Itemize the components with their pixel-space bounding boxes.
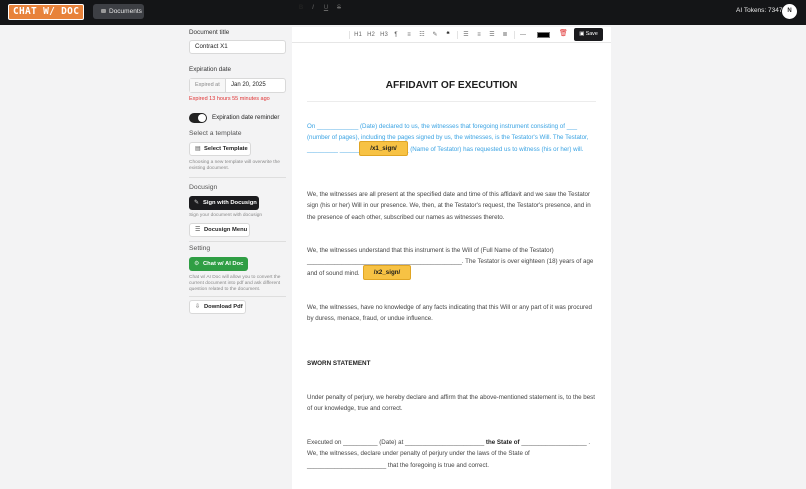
select-template-label: Select Template bbox=[204, 146, 248, 152]
doc-title-input[interactable]: Contract X1 bbox=[189, 40, 286, 54]
trash-icon[interactable]: 🗑 bbox=[559, 29, 568, 37]
download-pdf-button[interactable]: ⇩ Download Pdf bbox=[189, 300, 246, 314]
select-template-button[interactable]: ▤ Select Template bbox=[189, 142, 251, 156]
documents-label: Documents bbox=[109, 8, 142, 15]
bullet-list-icon[interactable]: ≡ bbox=[405, 29, 413, 41]
avatar[interactable]: N bbox=[782, 4, 797, 19]
expiration-date-field[interactable]: Expired at Jan 20, 2025 bbox=[189, 78, 286, 93]
template-heading: Select a template bbox=[189, 130, 242, 137]
folder-icon bbox=[101, 9, 106, 13]
docusign-menu-label: Docusign Menu bbox=[204, 227, 248, 233]
share-icon: ⚙ bbox=[194, 261, 200, 267]
reminder-label: Expiration date reminder bbox=[212, 114, 280, 121]
sidebar-divider bbox=[189, 296, 286, 297]
paragraph-1[interactable]: On ____________ (Date) declared to us, t… bbox=[307, 121, 597, 155]
top-bar: CHAT W/ DOC Documents AI Tokens: 7347 N bbox=[0, 0, 806, 25]
signature-field-2[interactable]: /x2_sign/ bbox=[363, 265, 411, 280]
download-icon: ⇩ bbox=[195, 304, 201, 310]
chat-label: Chat w/ AI Doc bbox=[203, 261, 244, 267]
reminder-toggle[interactable] bbox=[189, 113, 207, 123]
h1-button[interactable]: H1 bbox=[353, 29, 363, 41]
title-divider bbox=[307, 101, 596, 102]
ai-tokens-counter: AI Tokens: 7347 bbox=[736, 7, 783, 14]
h3-button[interactable]: H3 bbox=[379, 29, 389, 41]
signature-field-1[interactable]: /x1_sign/ bbox=[359, 141, 408, 156]
expiration-label: Expiration date bbox=[189, 66, 232, 73]
bold-button[interactable]: B bbox=[297, 2, 305, 14]
align-justify-icon[interactable]: ≣ bbox=[501, 29, 509, 41]
underline-button[interactable]: U bbox=[322, 2, 330, 14]
save-button[interactable]: ▣ Save bbox=[574, 28, 603, 41]
strike-button[interactable]: S bbox=[335, 2, 343, 14]
documents-button[interactable]: Documents bbox=[93, 4, 144, 19]
h2-button[interactable]: H2 bbox=[366, 29, 376, 41]
sidebar bbox=[0, 25, 292, 489]
paragraph-icon[interactable]: ¶ bbox=[392, 29, 400, 41]
pen-icon: ✎ bbox=[194, 200, 200, 206]
docusign-heading: Docusign bbox=[189, 184, 218, 191]
menu-icon: ☰ bbox=[195, 227, 201, 233]
align-right-icon[interactable]: ☰ bbox=[488, 29, 496, 41]
toolbar-separator bbox=[349, 31, 350, 39]
toggle-knob bbox=[198, 114, 206, 122]
sidebar-divider bbox=[189, 241, 286, 242]
app-logo[interactable]: CHAT W/ DOC bbox=[8, 4, 85, 20]
expiration-prefix: Expired at bbox=[190, 79, 226, 92]
expiration-value: Jan 20, 2025 bbox=[231, 82, 266, 88]
doc-title-label: Document title bbox=[189, 29, 230, 36]
toolbar-separator bbox=[457, 31, 458, 39]
chat-ai-doc-button[interactable]: ⚙ Chat w/ AI Doc bbox=[189, 257, 248, 271]
paragraph-2[interactable]: We, the witnesses are all present at the… bbox=[307, 189, 597, 223]
expired-message: Expired 13 hours 55 minutes ago bbox=[189, 96, 270, 102]
paragraph-6-bold: the State of bbox=[485, 439, 520, 446]
align-left-icon[interactable]: ☰ bbox=[462, 29, 470, 41]
quote-icon[interactable]: ❝ bbox=[444, 29, 452, 41]
document-title: AFFIDAVIT OF EXECUTION bbox=[385, 80, 518, 91]
setting-heading: Setting bbox=[189, 245, 211, 252]
download-label: Download Pdf bbox=[204, 304, 243, 310]
italic-button[interactable]: I bbox=[309, 2, 317, 14]
paragraph-6-start: Executed on __________ (Date) at _______… bbox=[307, 439, 486, 446]
template-note: Choosing a new template will overwrite t… bbox=[189, 160, 280, 171]
docusign-note: Sign your document with docusign bbox=[189, 213, 263, 218]
sidebar-divider bbox=[189, 177, 286, 178]
chat-note: Chat w/ AI Doc will allow you to convert… bbox=[189, 275, 281, 292]
ordered-list-icon[interactable]: ☷ bbox=[418, 29, 426, 41]
horizontal-rule-icon[interactable]: — bbox=[519, 29, 527, 41]
text-color-swatch[interactable] bbox=[537, 32, 550, 38]
sworn-statement-heading: SWORN STATEMENT bbox=[307, 360, 371, 367]
paragraph-3[interactable]: We, the witnesses understand that this i… bbox=[307, 245, 597, 279]
docusign-menu-button[interactable]: ☰ Docusign Menu bbox=[189, 223, 250, 237]
highlight-icon[interactable]: ✎ bbox=[431, 29, 439, 41]
sign-docusign-label: Sign with Docusign bbox=[203, 200, 257, 206]
paragraph-4[interactable]: We, the witnesses, have no knowledge of … bbox=[307, 302, 597, 325]
paragraph-6[interactable]: Executed on __________ (Date) at _______… bbox=[307, 437, 597, 471]
save-label: Save bbox=[585, 31, 598, 37]
paragraph-5[interactable]: Under penalty of perjury, we hereby decl… bbox=[307, 392, 597, 415]
align-center-icon[interactable]: ≡ bbox=[475, 29, 483, 41]
sign-docusign-button[interactable]: ✎ Sign with Docusign bbox=[189, 196, 259, 210]
template-icon: ▤ bbox=[195, 146, 201, 152]
toolbar-separator bbox=[514, 31, 515, 39]
